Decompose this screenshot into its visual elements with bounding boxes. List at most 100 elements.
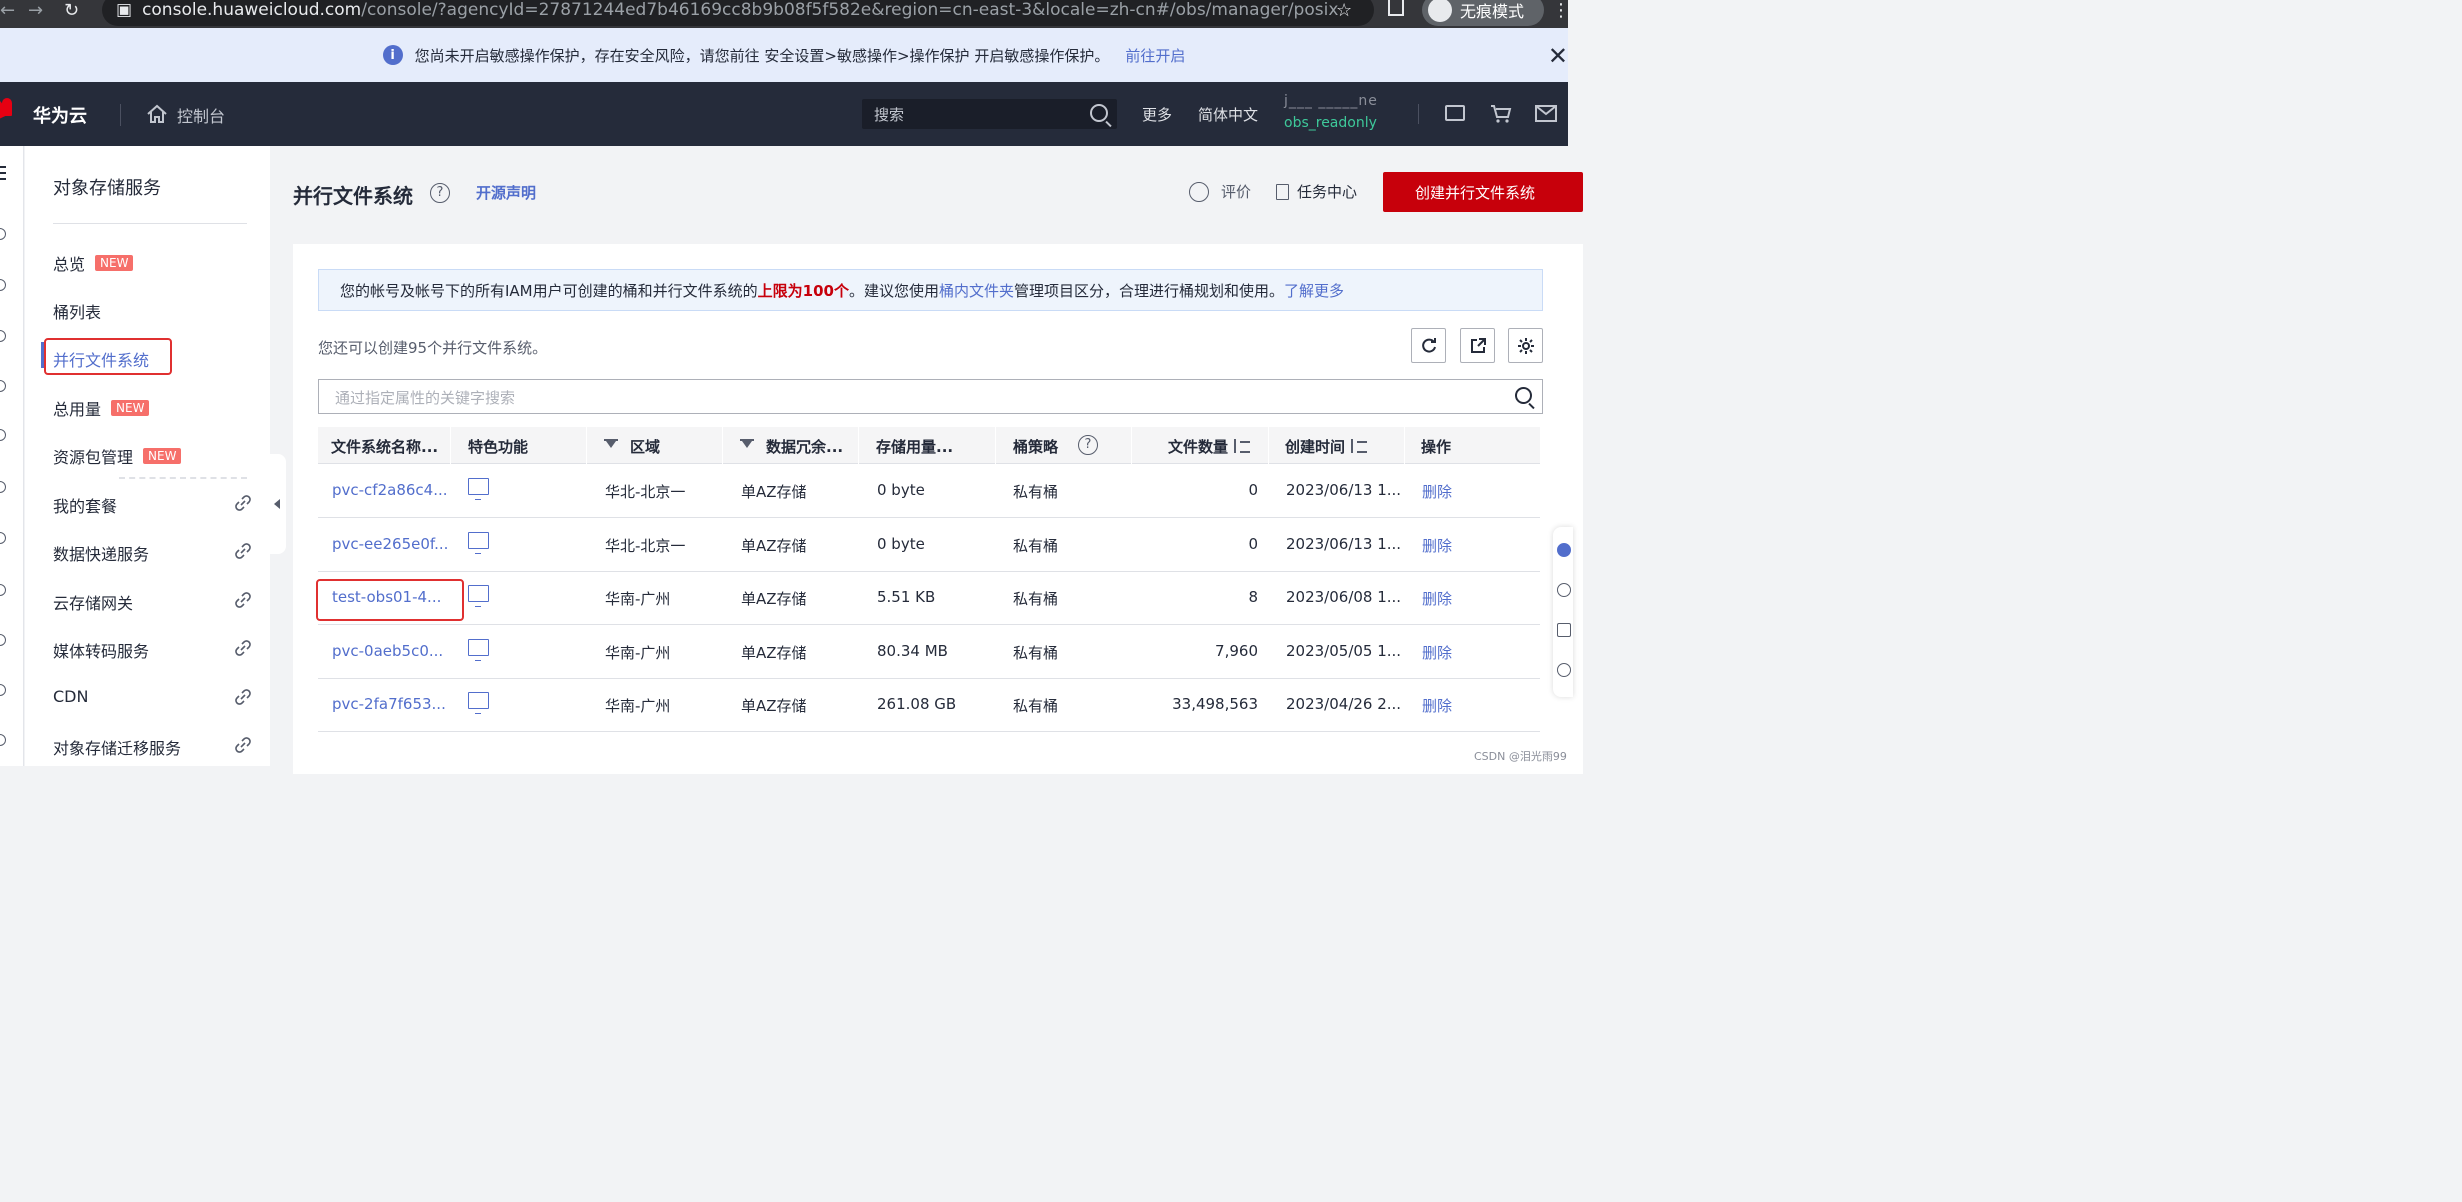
sidebar-item-overview[interactable]: 总览 NEW xyxy=(53,251,134,275)
export-button[interactable] xyxy=(1460,328,1495,363)
account-name[interactable]: j___ _____ne xyxy=(1284,93,1378,109)
sidebar-item-total-usage[interactable]: 总用量 NEW xyxy=(53,396,150,420)
help-icon[interactable] xyxy=(1557,663,1571,677)
service-rail xyxy=(0,146,24,766)
column-header-redundancy[interactable]: 数据冗余... xyxy=(740,436,843,457)
column-header-usage[interactable]: 存储用量... xyxy=(876,436,953,457)
sidebar-item-label: 资源包管理 xyxy=(53,448,134,467)
banner-enable-link[interactable]: 前往开启 xyxy=(1125,45,1185,66)
fs-name-link[interactable]: pvc-cf2a86c4... xyxy=(332,481,448,499)
redundancy-cell: 单AZ存储 xyxy=(741,590,807,608)
sidebar-item-storage-gateway[interactable]: 云存储网关 xyxy=(53,590,133,614)
global-search-input[interactable]: 搜索 xyxy=(862,99,1117,129)
sidebar-collapse-toggle[interactable] xyxy=(270,454,286,554)
sidebar-item-label: 对象存储迁移服务 xyxy=(53,739,182,758)
folder-link[interactable]: 桶内文件夹 xyxy=(939,282,1014,300)
sidebar-item-resource-package[interactable]: 资源包管理 NEW xyxy=(53,444,182,468)
service-icon[interactable] xyxy=(0,228,6,240)
search-icon[interactable] xyxy=(1090,104,1108,122)
create-parallel-fs-button[interactable]: 创建并行文件系统 xyxy=(1383,172,1583,212)
sidebar-item-media-transcode[interactable]: 媒体转码服务 xyxy=(53,638,149,662)
filter-icon[interactable] xyxy=(604,439,618,453)
column-header-name[interactable]: 文件系统名称... xyxy=(331,436,438,457)
user-role[interactable]: obs_readonly xyxy=(1284,115,1377,131)
fs-name-link[interactable]: pvc-0aeb5c0... xyxy=(332,642,443,660)
filter-icon[interactable] xyxy=(740,439,754,453)
learn-more-link[interactable]: 了解更多 xyxy=(1284,282,1344,300)
column-header-region[interactable]: 区域 xyxy=(604,436,660,457)
fs-name-link[interactable]: pvc-2fa7f653... xyxy=(332,695,446,713)
policy-cell: 私有桶 xyxy=(1013,644,1059,662)
feedback-icon[interactable] xyxy=(1557,583,1571,597)
file-count-cell: 33,498,563 xyxy=(1172,695,1258,713)
settings-button[interactable] xyxy=(1508,328,1543,363)
delete-link[interactable]: 删除 xyxy=(1422,588,1452,609)
help-icon[interactable]: ? xyxy=(430,183,450,203)
cart-icon[interactable] xyxy=(1490,104,1512,124)
sort-icon[interactable] xyxy=(1234,439,1251,453)
huawei-logo[interactable] xyxy=(0,98,16,128)
service-icon[interactable] xyxy=(0,684,6,696)
url-host: console.huaweicloud.com xyxy=(142,0,362,20)
sidebar-item-data-express[interactable]: 数据快递服务 xyxy=(53,541,149,565)
usage-cell: 80.34 MB xyxy=(877,642,948,660)
delete-link[interactable]: 删除 xyxy=(1422,695,1452,716)
monitor-icon[interactable] xyxy=(468,532,489,554)
forward-icon[interactable]: → xyxy=(28,0,43,21)
task-center-button[interactable]: 任务中心 xyxy=(1276,181,1357,202)
open-source-link[interactable]: 开源声明 xyxy=(476,182,536,203)
incognito-badge[interactable]: 无痕模式 xyxy=(1422,0,1544,26)
delete-link[interactable]: 删除 xyxy=(1422,535,1452,556)
column-header-file-count[interactable]: 文件数量 xyxy=(1168,436,1251,457)
service-icon[interactable] xyxy=(0,634,6,646)
sidebar-item-migration[interactable]: 对象存储迁移服务 xyxy=(53,735,181,759)
rate-button[interactable]: 评价 xyxy=(1189,181,1251,202)
sidebar-item-label: 总览 xyxy=(53,255,86,274)
close-icon[interactable]: ✕ xyxy=(1548,42,1568,70)
delete-link[interactable]: 删除 xyxy=(1422,642,1452,663)
service-icon[interactable] xyxy=(0,330,6,342)
sidebar-item-cdn[interactable]: CDN xyxy=(53,687,88,706)
filter-search-input[interactable]: 通过指定属性的关键字搜索 xyxy=(318,379,1543,414)
fs-name-link[interactable]: pvc-ee265e0f... xyxy=(332,535,448,553)
monitor-icon[interactable] xyxy=(468,585,489,607)
delete-link[interactable]: 删除 xyxy=(1422,481,1452,502)
help-icon[interactable]: ? xyxy=(1078,435,1098,455)
sort-icon[interactable] xyxy=(1351,439,1368,453)
console-link[interactable]: 控制台 xyxy=(177,103,225,127)
column-header-created[interactable]: 创建时间 xyxy=(1285,436,1368,457)
monitor-icon[interactable] xyxy=(468,639,489,661)
search-icon[interactable] xyxy=(1515,387,1532,404)
terminal-icon[interactable] xyxy=(1445,105,1465,121)
new-badge: NEW xyxy=(111,400,150,416)
bookmark-star-icon[interactable]: ☆ xyxy=(1336,0,1352,21)
extension-icon[interactable] xyxy=(1388,0,1404,16)
address-bar[interactable]: ▣ console.huaweicloud.com/console/?agenc… xyxy=(102,0,1374,26)
service-icon[interactable] xyxy=(0,532,6,544)
mail-icon[interactable] xyxy=(1535,105,1557,122)
refresh-button[interactable] xyxy=(1411,328,1446,363)
service-icon[interactable] xyxy=(0,279,6,291)
sidebar-item-bucket-list[interactable]: 桶列表 xyxy=(53,299,101,323)
back-icon[interactable]: ← xyxy=(0,0,15,21)
reload-icon[interactable]: ↻ xyxy=(64,0,79,21)
assistant-icon[interactable] xyxy=(1557,543,1571,557)
service-icon[interactable] xyxy=(0,429,6,441)
service-icon[interactable] xyxy=(0,584,6,596)
language-selector[interactable]: 简体中文 xyxy=(1198,104,1258,125)
menu-icon[interactable] xyxy=(0,166,6,180)
sidebar-item-my-plan[interactable]: 我的套餐 xyxy=(53,493,117,517)
created-cell: 2023/06/08 1... xyxy=(1286,588,1402,606)
brand-name[interactable]: 华为云 xyxy=(33,102,87,128)
document-icon[interactable] xyxy=(1557,623,1571,637)
monitor-icon[interactable] xyxy=(468,478,489,500)
browser-menu-icon[interactable]: ⋮ xyxy=(1552,0,1570,21)
column-header-actions: 操作 xyxy=(1421,438,1452,456)
home-icon[interactable] xyxy=(146,103,168,125)
service-icon[interactable] xyxy=(0,481,6,493)
more-menu[interactable]: 更多 xyxy=(1142,104,1172,125)
monitor-icon[interactable] xyxy=(468,692,489,714)
sidebar-item-label: 我的套餐 xyxy=(53,497,118,516)
service-icon[interactable] xyxy=(0,380,6,392)
service-icon[interactable] xyxy=(0,734,6,746)
